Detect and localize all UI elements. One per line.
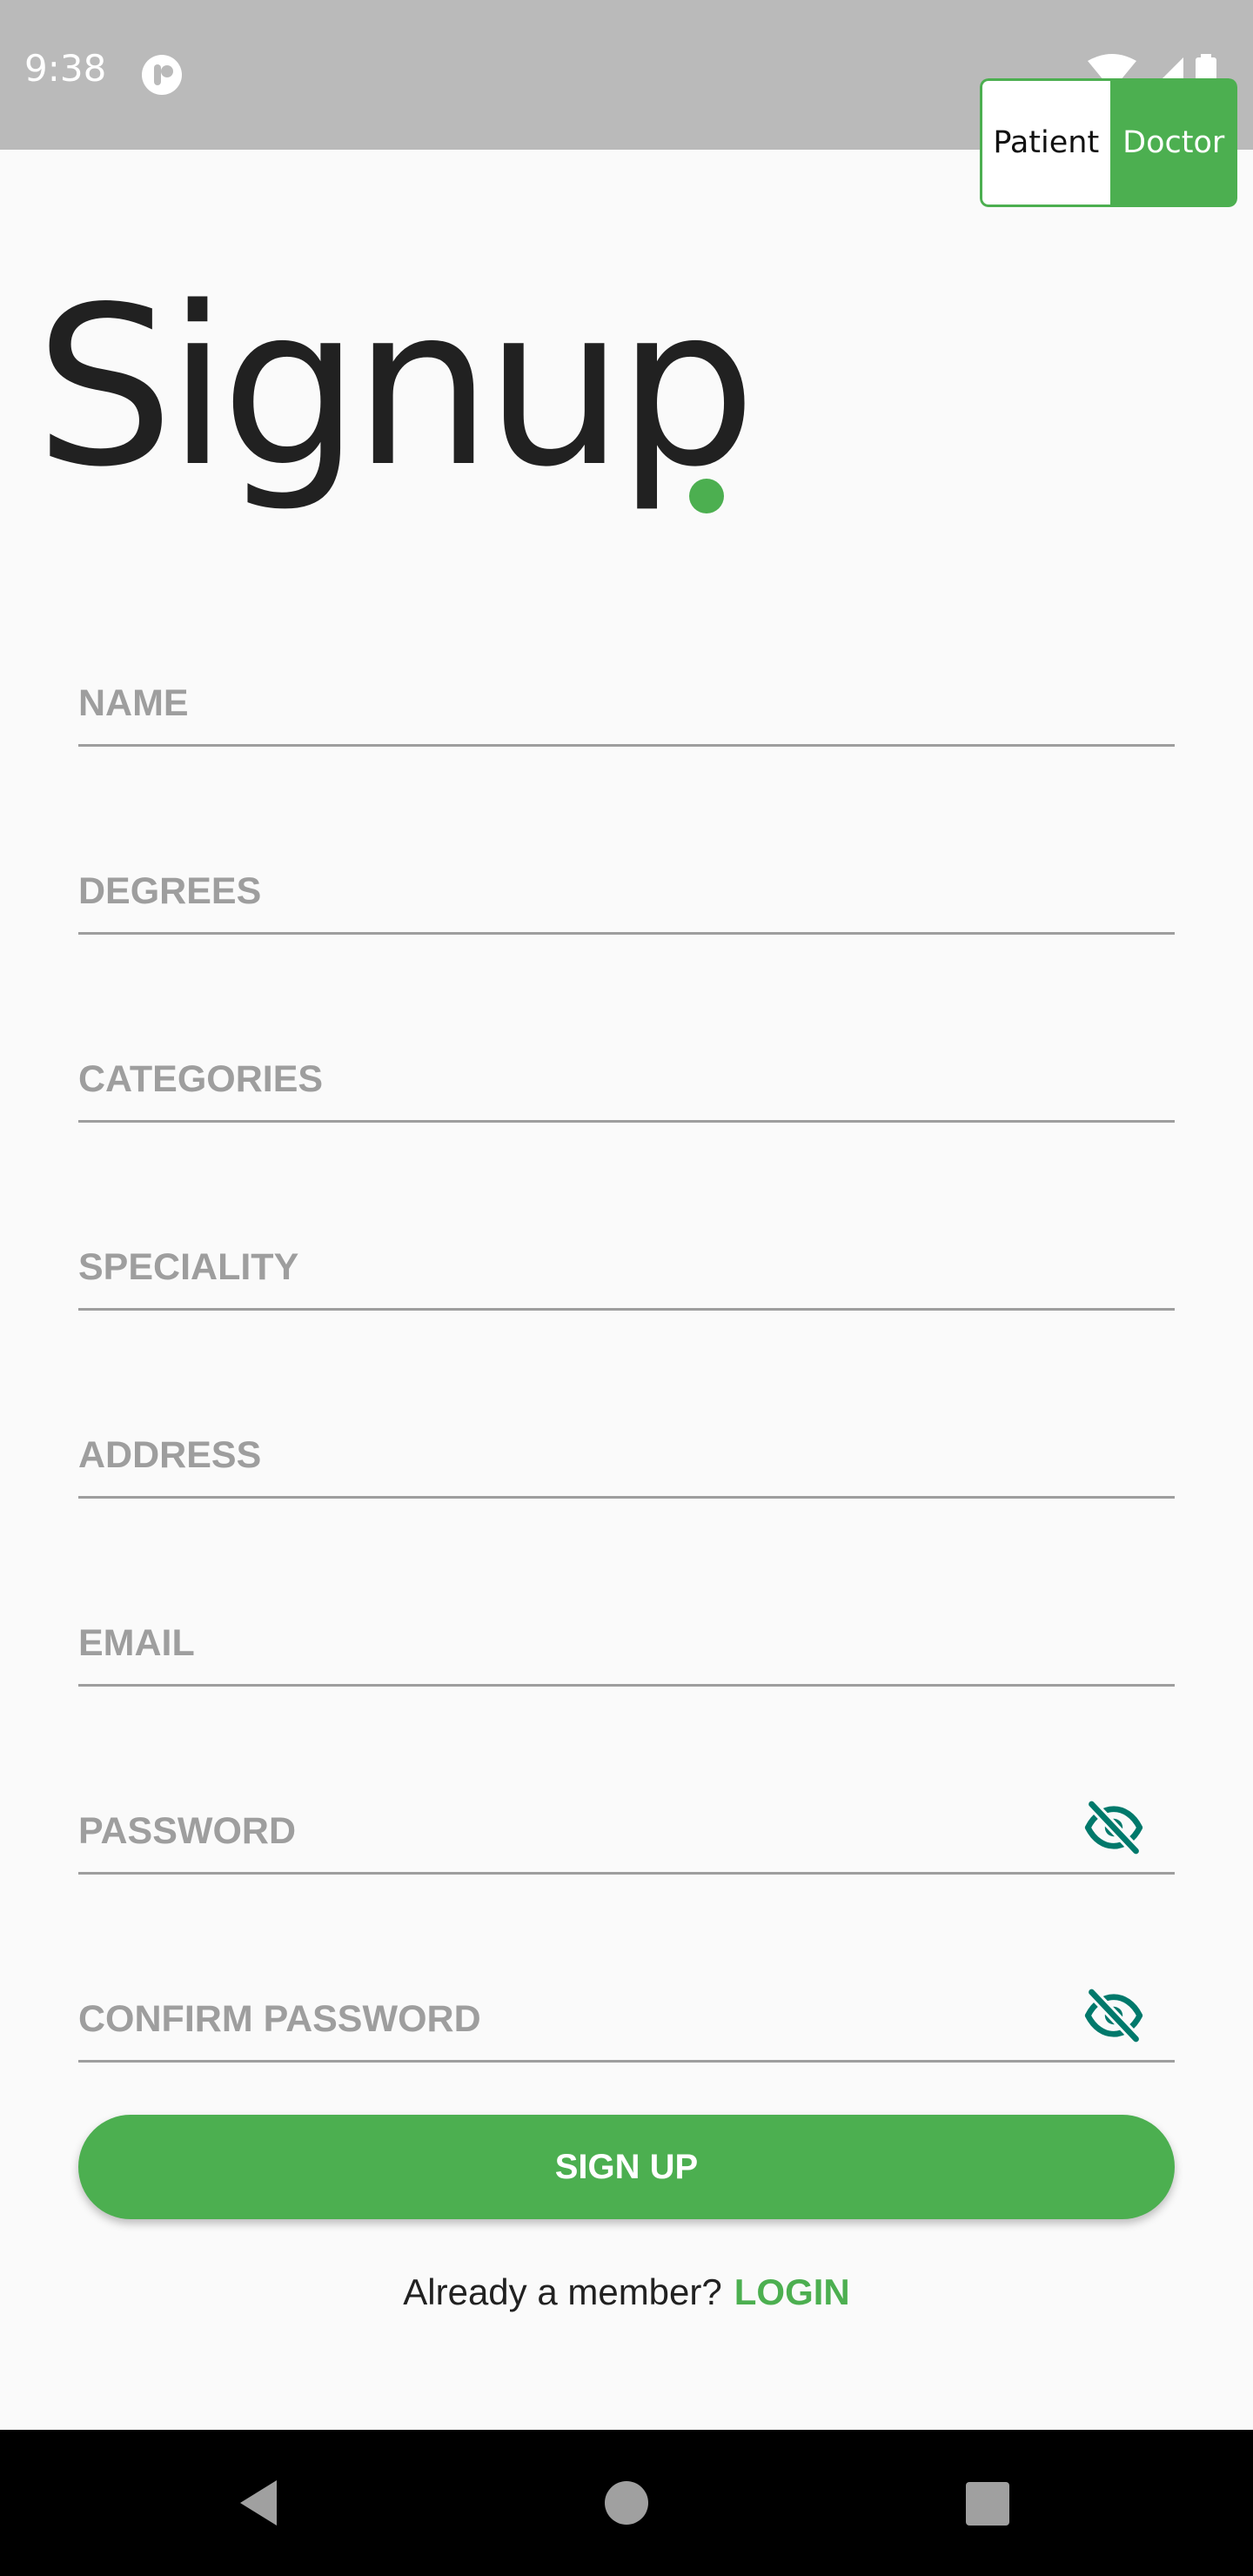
speciality-input[interactable] (78, 1227, 1175, 1307)
address-field (78, 1415, 1175, 1499)
eye-off-icon[interactable] (1084, 1986, 1143, 2045)
status-time: 9:38 (24, 47, 107, 90)
recents-icon[interactable] (955, 2472, 1018, 2534)
title-accent-dot (689, 479, 724, 513)
email-field (78, 1603, 1175, 1687)
eye-off-icon[interactable] (1084, 1798, 1143, 1857)
role-toggle: Patient Doctor (980, 78, 1237, 207)
confirm-password-field (78, 1979, 1175, 2063)
degrees-field (78, 851, 1175, 935)
confirm-password-input[interactable] (78, 1979, 1053, 2059)
categories-input[interactable] (78, 1039, 1175, 1119)
role-option-patient[interactable]: Patient (980, 78, 1110, 207)
degrees-input[interactable] (78, 851, 1175, 931)
back-icon[interactable] (230, 2472, 292, 2534)
page-title: Signup (35, 260, 756, 515)
speciality-field (78, 1227, 1175, 1311)
login-prompt: Already a member? (403, 2271, 722, 2312)
role-option-doctor[interactable]: Doctor (1109, 78, 1237, 207)
login-row: Already a member? LOGIN (0, 2268, 1253, 2317)
password-input[interactable] (78, 1791, 1053, 1871)
address-input[interactable] (78, 1415, 1175, 1495)
name-input[interactable] (78, 663, 1175, 743)
app-notification-icon (142, 55, 182, 95)
password-field (78, 1791, 1175, 1875)
navigation-bar (0, 2430, 1253, 2576)
login-link[interactable]: LOGIN (734, 2271, 850, 2312)
home-icon[interactable] (595, 2472, 658, 2534)
email-input[interactable] (78, 1603, 1175, 1683)
name-field (78, 663, 1175, 747)
categories-field (78, 1039, 1175, 1123)
signup-button[interactable]: SIGN UP (78, 2115, 1175, 2219)
